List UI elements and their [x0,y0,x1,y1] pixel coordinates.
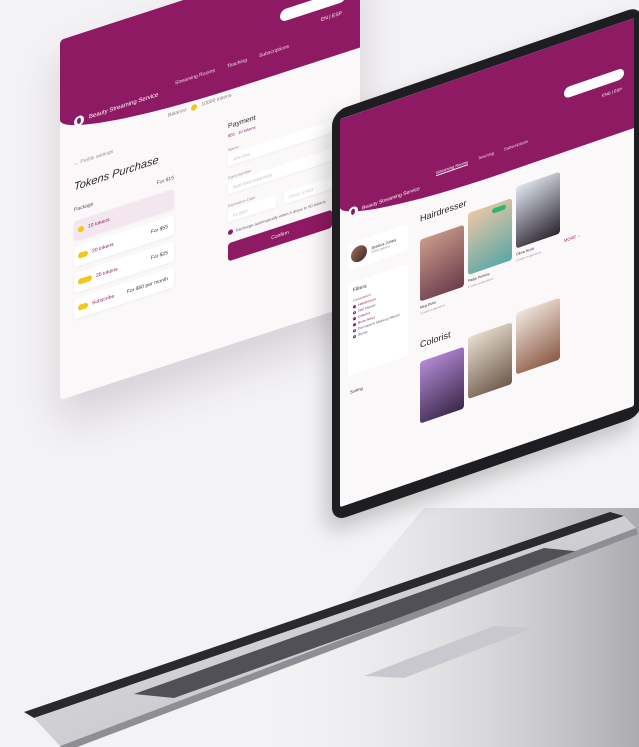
package-price: For $25 [150,249,168,262]
filters-panel: Filters Occupation Hairdresser Nail Mast… [348,263,408,377]
laptop-base [24,508,639,747]
radio-icon [353,316,356,321]
package-name: 20 tokens [96,266,118,280]
radio-icon [353,310,356,315]
section-title: Colorist [420,329,451,350]
brand-icon [348,205,358,219]
radio-icon [353,304,356,309]
coin-icon [191,103,198,112]
mockup-stage: Beauty Streaming Service Streaming Rooms… [0,0,639,747]
package-header-price: For $15 [156,174,174,187]
specialist-photo [516,297,560,375]
radio-icon [353,334,356,339]
specialist-photo [420,224,464,302]
laptop-screen: Beauty Streaming Service Streaming Rooms… [332,5,639,523]
radio-icon [353,322,356,327]
tokens-purchase-panel: Beauty Streaming Service Streaming Rooms… [60,0,360,401]
coins-icon [78,301,88,312]
specialist-photo [420,346,464,424]
package-header-label: Package [74,201,94,214]
package-name: 10 tokens [88,216,110,230]
specialist-photo [468,198,512,276]
radio-icon [353,328,356,333]
sorting-dropdown[interactable]: Sorting [350,385,363,394]
package-price: For $55 [150,223,168,236]
section-title: Hairdresser [420,197,467,224]
specialist-card[interactable] [468,322,512,400]
package-name: 20 tokens [92,241,114,255]
filter-option-label: Stylist [358,329,368,338]
specialist-card[interactable] [420,224,464,302]
package-name: Subscribe [92,293,115,307]
specialist-card[interactable] [516,171,560,249]
specialist-card[interactable] [468,198,512,276]
coins-icon [78,225,84,234]
more-link[interactable]: MORE → [564,232,581,243]
specialist-card[interactable] [516,297,560,375]
avatar [351,242,367,265]
coins-icon [78,249,88,260]
specialist-photo [468,322,512,400]
package-price: For $50 per month [126,275,168,296]
recharge-checkbox[interactable] [228,228,233,236]
profile-card[interactable]: Jessica Jones 1000 tokens [348,223,408,271]
balance-label: Balance: [168,106,188,119]
brand-icon [74,114,84,128]
app-screen: Beauty Streaming Service Streaming Rooms… [340,18,634,508]
expiry-month[interactable]: 01 [233,211,237,217]
specialist-photo [516,171,560,249]
specialist-card[interactable] [420,346,464,424]
back-link[interactable]: ← Profile settings [74,149,113,168]
coins-icon [78,274,92,286]
expiry-year[interactable]: 2025 [239,208,248,216]
